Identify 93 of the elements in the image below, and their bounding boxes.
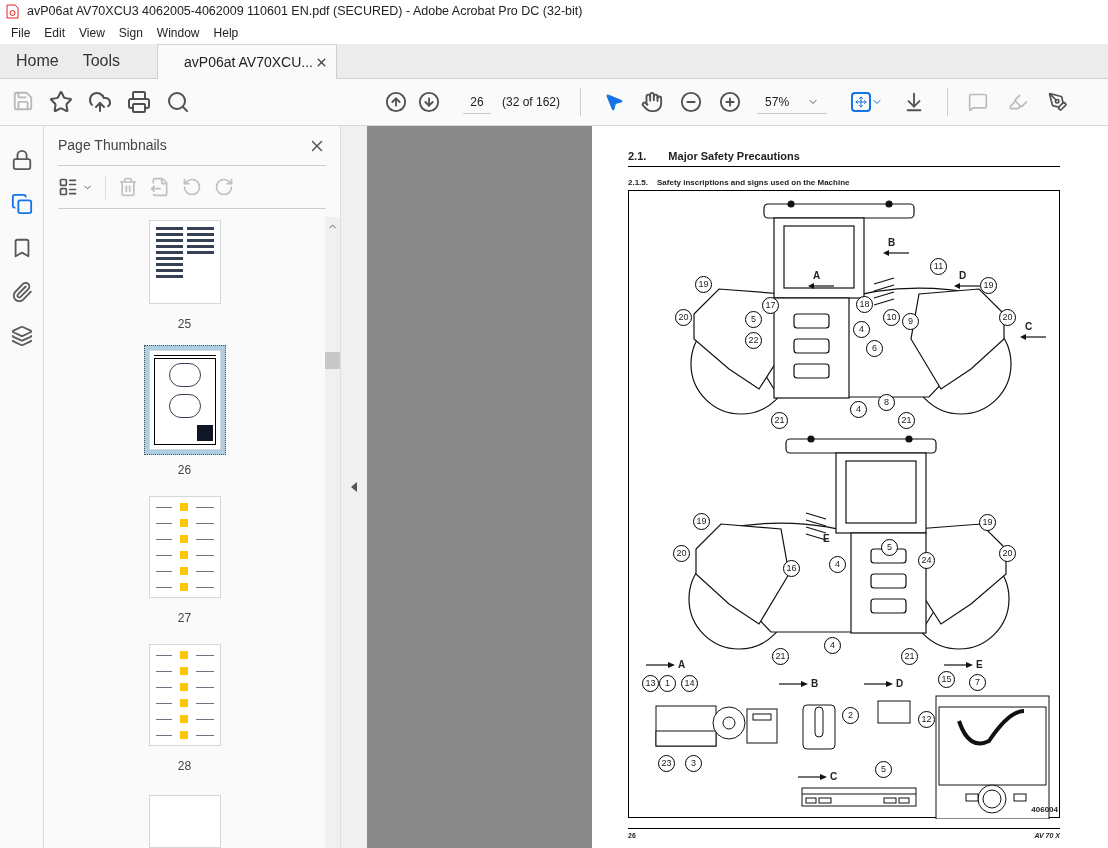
view-arrow bbox=[943, 661, 973, 668]
menu-item[interactable]: Sign bbox=[111, 24, 150, 42]
callout-number: 7 bbox=[969, 673, 986, 691]
star-icon[interactable] bbox=[49, 90, 73, 114]
callout-number: 21 bbox=[901, 647, 918, 665]
page-label: 25 bbox=[177, 316, 192, 333]
collapse-icon[interactable] bbox=[351, 482, 357, 492]
view-arrow bbox=[778, 680, 808, 687]
callout-number: 21 bbox=[772, 647, 789, 665]
view-label: A bbox=[678, 659, 686, 670]
section-heading: 2.1. Major Safety Precautions bbox=[628, 148, 1060, 167]
callout-number: 13 bbox=[642, 674, 659, 692]
menu-item[interactable]: View bbox=[72, 24, 112, 42]
callout-number: 19 bbox=[695, 275, 712, 293]
page-count: (32 of 162) bbox=[502, 94, 561, 111]
view-label: B bbox=[888, 237, 896, 248]
print-icon[interactable] bbox=[127, 90, 151, 114]
zoom-dropdown[interactable]: 57% bbox=[757, 90, 828, 114]
menu-item[interactable]: Help bbox=[206, 24, 246, 42]
pen-icon[interactable] bbox=[1048, 92, 1069, 112]
hand-icon[interactable] bbox=[641, 91, 664, 113]
callout-number: 3 bbox=[685, 754, 702, 772]
layers-icon[interactable] bbox=[10, 325, 33, 347]
pdf-icon bbox=[6, 3, 19, 19]
figure-number: 406004 bbox=[1031, 803, 1058, 816]
search-icon[interactable] bbox=[166, 90, 190, 114]
callout-number: 19 bbox=[980, 276, 997, 294]
menu-item[interactable]: File bbox=[4, 24, 38, 42]
cab-part-drawing bbox=[802, 704, 836, 749]
callout-number: 21 bbox=[898, 411, 915, 429]
callout-number: 15 bbox=[938, 670, 955, 688]
callout-number: 19 bbox=[693, 512, 710, 530]
callout-number: 20 bbox=[999, 308, 1016, 326]
callout-number: 11 bbox=[930, 257, 947, 275]
next-page-icon[interactable] bbox=[418, 91, 440, 113]
view-arrow bbox=[808, 282, 835, 289]
pages-icon[interactable] bbox=[10, 193, 33, 215]
view-label: B bbox=[811, 678, 819, 689]
callout-number: 5 bbox=[875, 760, 892, 778]
collapse-handle[interactable] bbox=[341, 126, 367, 848]
window-title: avP06at AV70XCU3 4062005-4062009 110601 EN.pdf (SECURED) - Adobe Acrobat Pro DC (32-bit) bbox=[27, 2, 583, 20]
page-label: 28 bbox=[177, 758, 192, 775]
view-label: A bbox=[813, 270, 821, 281]
page-label: 26 bbox=[177, 462, 192, 479]
view-label: E bbox=[823, 533, 830, 544]
fit-page-icon[interactable] bbox=[851, 92, 872, 112]
callout-number: 20 bbox=[675, 308, 692, 326]
paperclip-icon[interactable] bbox=[10, 281, 33, 303]
callout-number: 23 bbox=[658, 754, 675, 772]
scrollbar[interactable] bbox=[325, 217, 340, 848]
view-arrow bbox=[954, 282, 981, 289]
menu-item[interactable]: Window bbox=[149, 24, 207, 42]
view-label: D bbox=[959, 270, 967, 281]
zoom-out-icon[interactable] bbox=[680, 91, 703, 113]
view-label: E bbox=[976, 659, 983, 670]
callout-number: 19 bbox=[979, 513, 996, 531]
page-thumbnail[interactable] bbox=[148, 795, 221, 848]
page-thumbnail[interactable] bbox=[148, 496, 221, 598]
page-thumbnail[interactable] bbox=[148, 220, 221, 304]
panel-drawing bbox=[877, 700, 911, 723]
callout-number: 4 bbox=[850, 400, 867, 418]
view-arrow bbox=[1020, 333, 1047, 340]
callout-number: 1 bbox=[659, 674, 676, 692]
nav-tab[interactable]: Home bbox=[4, 44, 71, 78]
page-number-field[interactable]: 26 bbox=[463, 90, 491, 114]
zoom-in-icon[interactable] bbox=[719, 91, 742, 113]
view-arrow bbox=[645, 661, 675, 668]
callout-number: 14 bbox=[681, 674, 698, 692]
previous-page-icon[interactable] bbox=[385, 91, 407, 113]
view-label: C bbox=[830, 771, 838, 782]
callout-number: 12 bbox=[918, 710, 935, 728]
callout-number: 21 bbox=[771, 411, 788, 429]
page-thumbnail[interactable] bbox=[148, 350, 221, 450]
scrollbar-thumb[interactable] bbox=[325, 352, 340, 369]
page-label: 27 bbox=[177, 610, 192, 627]
panel-title: Page Thumbnails bbox=[58, 136, 167, 155]
upload-icon[interactable] bbox=[88, 90, 112, 114]
view-label: D bbox=[896, 678, 904, 689]
options-icon[interactable] bbox=[58, 177, 78, 197]
lock-icon[interactable] bbox=[10, 149, 33, 171]
subsection-heading: 2.1.5. Safety inscriptions and signs used on the Machine bbox=[628, 176, 851, 189]
view-arrow bbox=[797, 773, 827, 780]
callout-number: 2 bbox=[842, 706, 859, 724]
document-tab[interactable]: avP06at AV70XCU... bbox=[157, 44, 338, 79]
view-arrow bbox=[863, 680, 893, 687]
page-thumbnail[interactable] bbox=[148, 644, 221, 746]
callout-number: 4 bbox=[824, 636, 841, 654]
view-arrow bbox=[883, 249, 910, 256]
view-label: C bbox=[1025, 321, 1033, 332]
callout-number: 20 bbox=[673, 544, 690, 562]
select-cursor-icon[interactable] bbox=[604, 92, 625, 112]
menu-item[interactable]: Edit bbox=[37, 24, 73, 42]
nav-tab[interactable]: Tools bbox=[70, 44, 133, 78]
